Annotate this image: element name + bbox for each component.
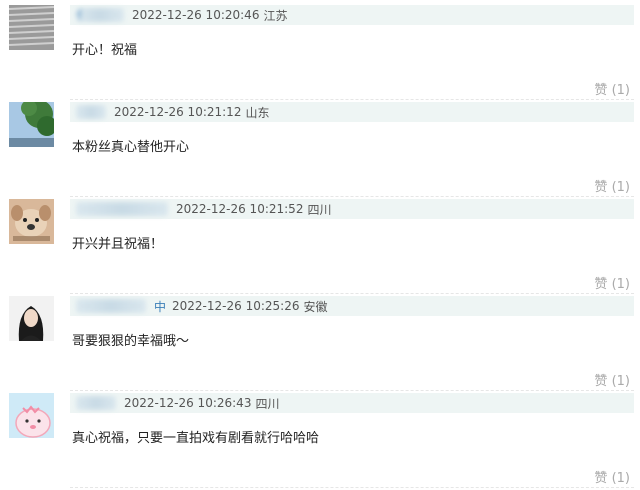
like-label: 赞 — [594, 374, 608, 389]
username[interactable] — [76, 202, 168, 216]
tree-sky-avatar-icon — [9, 102, 54, 147]
comment-list: 亻 2022-12-26 10:20:46 江苏 开心！祝福 赞 (1) 202… — [0, 0, 640, 488]
comment-item: 亻 2022-12-26 10:20:46 江苏 开心！祝福 赞 (1) — [0, 5, 640, 102]
like-label: 赞 — [594, 277, 608, 292]
comment-text: 哥要狠狠的幸福哦～ — [72, 334, 190, 349]
comment-text: 真心祝福，只要一直拍戏有剧看就行哈哈哈 — [72, 431, 320, 446]
like-button[interactable]: 赞 (1) — [594, 176, 630, 195]
like-count: (1) — [611, 471, 630, 486]
comment-time: 2022-12-26 10:25:26 — [172, 299, 300, 313]
like-button[interactable]: 赞 (1) — [594, 467, 630, 486]
username[interactable]: 亻 — [76, 8, 124, 22]
avatar[interactable] — [9, 5, 54, 50]
comment-item: 2022-12-26 10:26:43 四川 真心祝福，只要一直拍戏有剧看就行哈… — [0, 393, 640, 490]
dog-avatar-icon — [9, 199, 54, 244]
like-label: 赞 — [594, 83, 608, 98]
comment-item: 中 2022-12-26 10:25:26 安徽 哥要狠狠的幸福哦～ 赞 (1) — [0, 296, 640, 393]
comment-text: 开心！祝福 — [72, 43, 138, 58]
username[interactable] — [76, 396, 116, 410]
like-count: (1) — [611, 83, 630, 98]
comment-time: 2022-12-26 10:21:52 — [176, 202, 304, 216]
comment-time: 2022-12-26 10:26:43 — [124, 396, 252, 410]
comment-location: 四川 — [255, 396, 280, 411]
avatar[interactable] — [9, 199, 54, 244]
avatar[interactable] — [9, 296, 54, 341]
comment-meta: 2022-12-26 10:21:12 山东 — [70, 102, 634, 122]
like-button[interactable]: 赞 (1) — [594, 79, 630, 98]
comment-location: 四川 — [307, 202, 332, 217]
avatar[interactable] — [9, 102, 54, 147]
comment-text: 本粉丝真心替他开心 — [72, 140, 190, 155]
like-count: (1) — [611, 277, 630, 292]
comment-time: 2022-12-26 10:20:46 — [132, 8, 260, 22]
comment-meta: 亻 2022-12-26 10:20:46 江苏 — [70, 5, 634, 25]
comment-text: 开兴并且祝福！ — [72, 237, 164, 252]
username[interactable] — [76, 299, 146, 313]
comment-time: 2022-12-26 10:21:12 — [114, 105, 242, 119]
username-tail[interactable]: 中 — [154, 298, 166, 315]
avatar[interactable] — [9, 393, 54, 438]
like-label: 赞 — [594, 471, 608, 486]
like-button[interactable]: 赞 (1) — [594, 273, 630, 292]
username[interactable] — [76, 105, 106, 119]
like-count: (1) — [611, 374, 630, 389]
comment-item: 2022-12-26 10:21:12 山东 本粉丝真心替他开心 赞 (1) — [0, 102, 640, 199]
comment-meta: 2022-12-26 10:26:43 四川 — [70, 393, 634, 413]
comment-meta: 2022-12-26 10:21:52 四川 — [70, 199, 634, 219]
comment-location: 安徽 — [303, 299, 328, 314]
pink-cartoon-avatar-icon — [9, 393, 54, 438]
girl-portrait-avatar-icon — [9, 296, 54, 341]
like-label: 赞 — [594, 180, 608, 195]
stripes-avatar-icon — [9, 5, 54, 50]
comment-meta: 中 2022-12-26 10:25:26 安徽 — [70, 296, 634, 316]
like-button[interactable]: 赞 (1) — [594, 370, 630, 389]
comment-item: 2022-12-26 10:21:52 四川 开兴并且祝福！ 赞 (1) — [0, 199, 640, 296]
comment-location: 山东 — [245, 105, 270, 120]
like-count: (1) — [611, 180, 630, 195]
comment-location: 江苏 — [263, 8, 288, 23]
